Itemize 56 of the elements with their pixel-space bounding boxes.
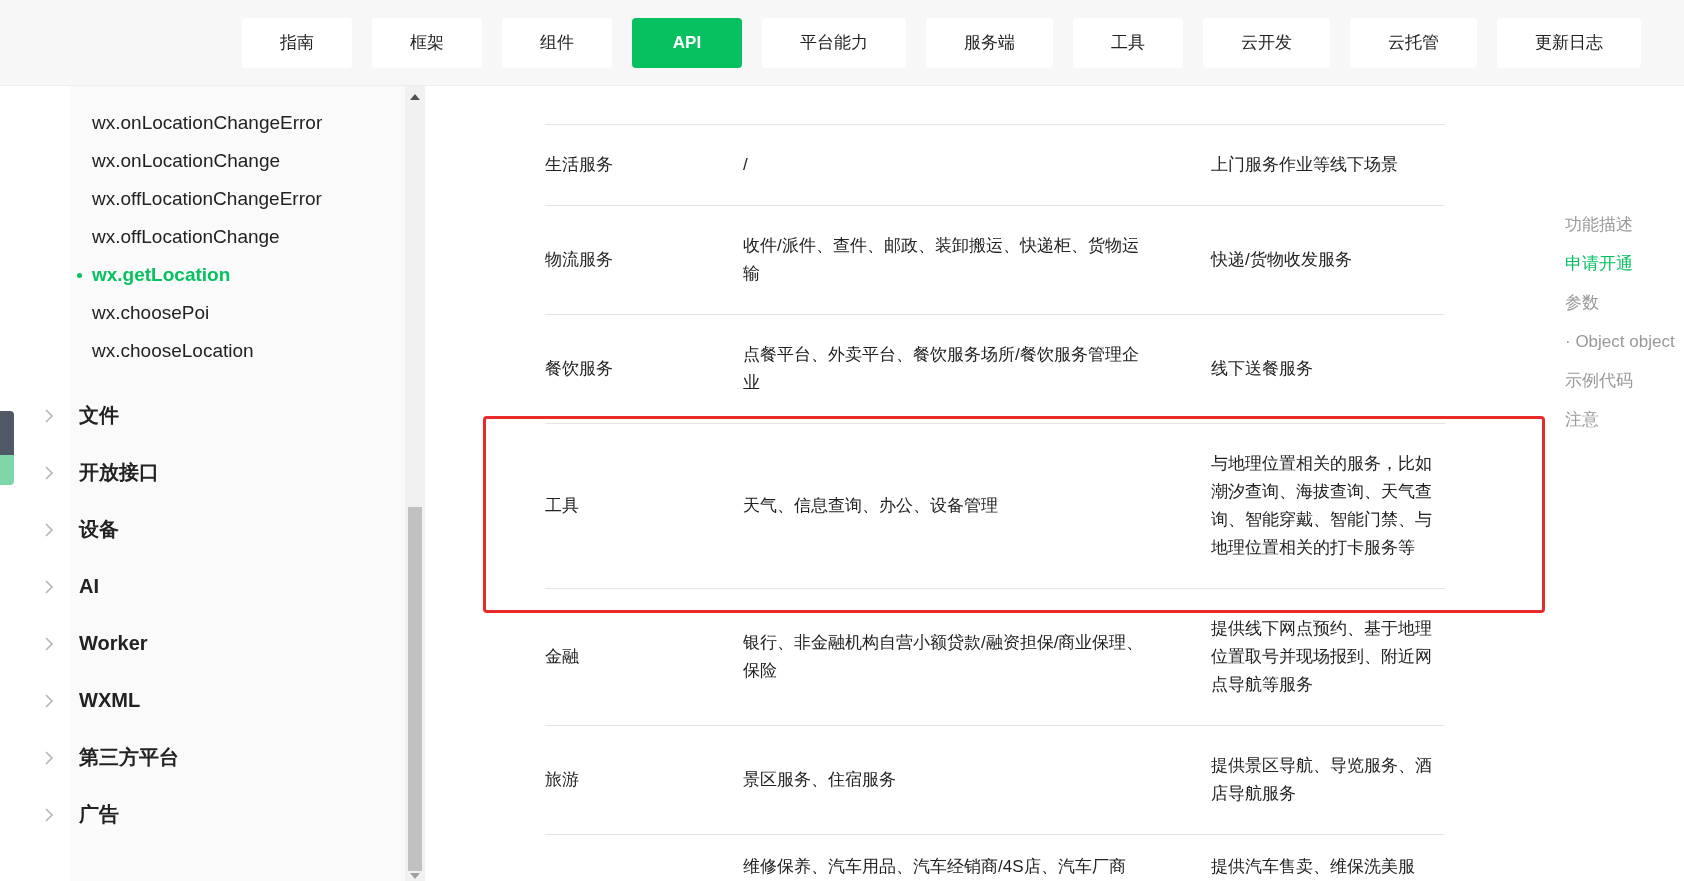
table-cell-text: 提供汽车售卖、维保洗美服 bbox=[1211, 856, 1416, 878]
table-cell-text: 工具 bbox=[545, 495, 580, 517]
sidebar-section[interactable]: 设备 bbox=[44, 501, 405, 558]
table-cell-text: 景区服务、住宿服务 bbox=[743, 769, 897, 791]
table-cell-text: 餐饮服务 bbox=[545, 358, 614, 380]
chevron-right-icon bbox=[44, 578, 54, 595]
nav-tab[interactable]: 指南 bbox=[242, 17, 352, 68]
sidebar-item[interactable]: wx.onLocationChangeError bbox=[70, 104, 405, 142]
nav-tab[interactable]: 云开发 bbox=[1203, 17, 1330, 68]
sidebar-section[interactable]: 文件 bbox=[44, 387, 405, 444]
chevron-right-icon bbox=[44, 635, 54, 652]
table-cell-text: 旅游 bbox=[545, 769, 580, 791]
chevron-right-icon bbox=[44, 806, 54, 823]
table-cell-text: 点餐平台、外卖平台、餐饮服务场所/餐饮服务管理企业 bbox=[743, 344, 1140, 394]
sidebar-section[interactable]: 开放接口 bbox=[44, 444, 405, 501]
scroll-up-icon[interactable] bbox=[410, 94, 420, 100]
sidebar-section[interactable]: Worker bbox=[44, 615, 405, 672]
table-cell-text: 天气、信息查询、办公、设备管理 bbox=[743, 495, 999, 517]
scrollbar[interactable] bbox=[405, 86, 425, 881]
table-cell-text: 提供景区导航、导览服务、酒店导航服务 bbox=[1211, 755, 1433, 805]
table-cell-text: 提供线下网点预约、基于地理位置取号并现场报到、附近网点导航等服务 bbox=[1211, 618, 1433, 696]
sidebar-item[interactable]: wx.onLocationChange bbox=[70, 142, 405, 180]
table-cell-text: 与地理位置相关的服务，比如潮汐查询、海拔查询、天气查询、智能穿戴、智能门禁、与地理位置相关的打卡服务等 bbox=[1211, 453, 1433, 559]
table-cell-text: 物流服务 bbox=[545, 249, 614, 271]
table-cell-text: 上门服务作业等线下场景 bbox=[1211, 154, 1399, 176]
nav-tab[interactable]: 工具 bbox=[1073, 17, 1183, 68]
chevron-right-icon bbox=[44, 692, 54, 709]
chevron-right-icon bbox=[44, 464, 54, 481]
chevron-right-icon bbox=[44, 749, 54, 766]
table-cell-text: 银行、非金融机构自营小额贷款/融资担保/商业保理、保险 bbox=[743, 632, 1145, 682]
nav-tab[interactable]: 服务端 bbox=[926, 17, 1053, 68]
scroll-down-icon[interactable] bbox=[410, 873, 420, 879]
table-cell-text: / bbox=[743, 154, 749, 176]
nav-tab[interactable]: 平台能力 bbox=[762, 17, 906, 68]
nav-tab[interactable]: 云托管 bbox=[1350, 17, 1477, 68]
scrollbar-thumb[interactable] bbox=[408, 507, 422, 871]
table-cell-text: 收件/派件、查件、邮政、装卸搬运、快递柜、货物运输 bbox=[743, 235, 1140, 285]
nav-tab[interactable]: 更新日志 bbox=[1497, 17, 1641, 68]
chevron-right-icon bbox=[44, 407, 54, 424]
sidebar-item[interactable]: wx.offLocationChangeError bbox=[70, 180, 405, 218]
sidebar-section[interactable]: WXML bbox=[44, 672, 405, 729]
sidebar-item[interactable]: wx.choosePoi bbox=[70, 294, 405, 332]
sidebar-item[interactable]: wx.offLocationChange bbox=[70, 218, 405, 256]
floating-meter-icon[interactable] bbox=[0, 411, 14, 485]
nav-tab[interactable]: 组件 bbox=[502, 17, 612, 68]
nav-tab[interactable]: 框架 bbox=[372, 17, 482, 68]
sidebar-item[interactable]: wx.chooseLocation bbox=[70, 332, 405, 370]
sidebar-section[interactable]: 广告 bbox=[44, 786, 405, 843]
table-cell-text: 维修保养、汽车用品、汽车经销商/4S店、汽车厂商 bbox=[743, 856, 1127, 878]
table-cell-text: 金融 bbox=[545, 646, 580, 668]
table-cell-text: 快递/货物收发服务 bbox=[1211, 249, 1353, 271]
table-cell-text: 生活服务 bbox=[545, 154, 614, 176]
sidebar-section[interactable]: 第三方平台 bbox=[44, 729, 405, 786]
sidebar-section[interactable]: AI bbox=[44, 558, 405, 615]
chevron-right-icon bbox=[44, 521, 54, 538]
table-cell-text: 线下送餐服务 bbox=[1211, 358, 1314, 380]
